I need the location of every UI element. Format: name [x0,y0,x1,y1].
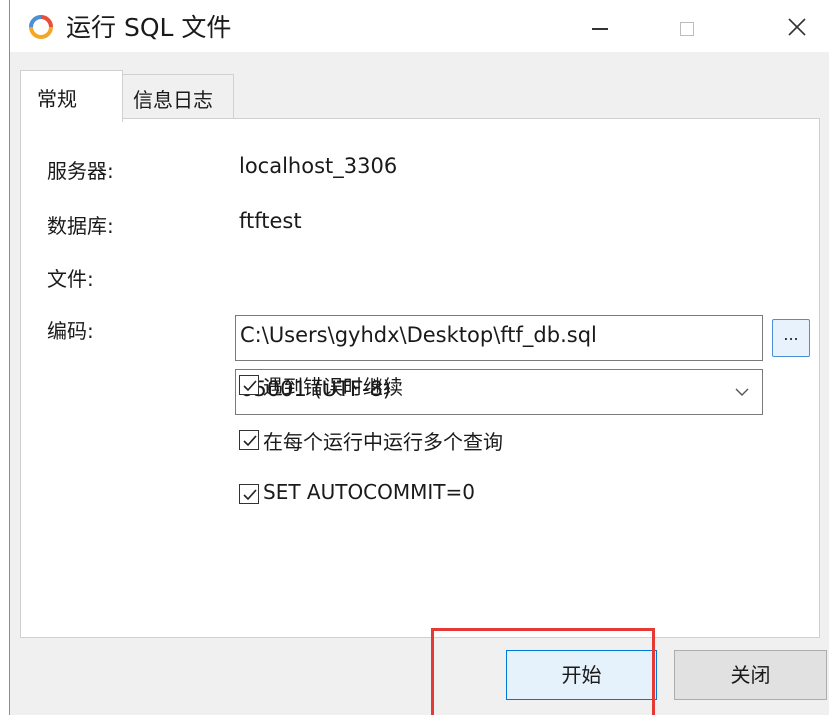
multiple-queries-label: 在每个运行中运行多个查询 [263,430,503,454]
tab-message-log[interactable]: 信息日志 [123,74,234,118]
general-panel: 服务器: localhost_3306 数据库: ftftest 文件: C:\… [20,118,820,638]
multiple-queries-checkbox[interactable] [239,430,259,450]
encoding-label: 编码: [47,319,94,343]
autocommit-label: SET AUTOCOMMIT=0 [263,480,476,504]
continue-on-error-checkbox[interactable] [239,375,259,395]
maximize-icon [680,22,694,36]
window-title: 运行 SQL 文件 [66,13,232,42]
maximize-button[interactable] [650,0,740,52]
tab-general[interactable]: 常规 [20,70,123,122]
dialog-body: 常规 信息日志 服务器: localhost_3306 数据库: ftftest… [10,52,829,715]
autocommit-checkbox[interactable] [239,484,259,504]
navicat-icon [29,15,53,39]
file-label: 文件: [47,267,94,291]
server-label: 服务器: [47,159,114,183]
file-path-input[interactable]: C:\Users\gyhdx\Desktop\ftf_db.sql [235,315,763,361]
minimize-icon [592,28,608,30]
tab-label: 常规 [37,87,77,111]
close-button[interactable]: 关闭 [674,650,827,700]
close-icon [788,18,806,36]
minimize-button[interactable] [548,0,638,52]
close-window-button[interactable] [750,0,829,52]
run-sql-file-dialog: 运行 SQL 文件 常规 信息日志 服务器: localhost_3306 数据… [0,0,829,715]
checkmark-icon [243,435,257,447]
database-label: 数据库: [47,214,114,238]
checkmark-icon [243,489,257,501]
checkmark-icon [243,380,257,392]
tab-label: 信息日志 [133,88,213,112]
server-value: localhost_3306 [239,154,398,178]
highlight-box [431,628,655,715]
browse-button[interactable]: ... [772,319,810,357]
database-value: ftftest [239,209,302,233]
chevron-down-icon [735,388,749,396]
continue-on-error-label: 遇到错误时继续 [263,375,403,399]
title-bar[interactable]: 运行 SQL 文件 [10,0,829,52]
